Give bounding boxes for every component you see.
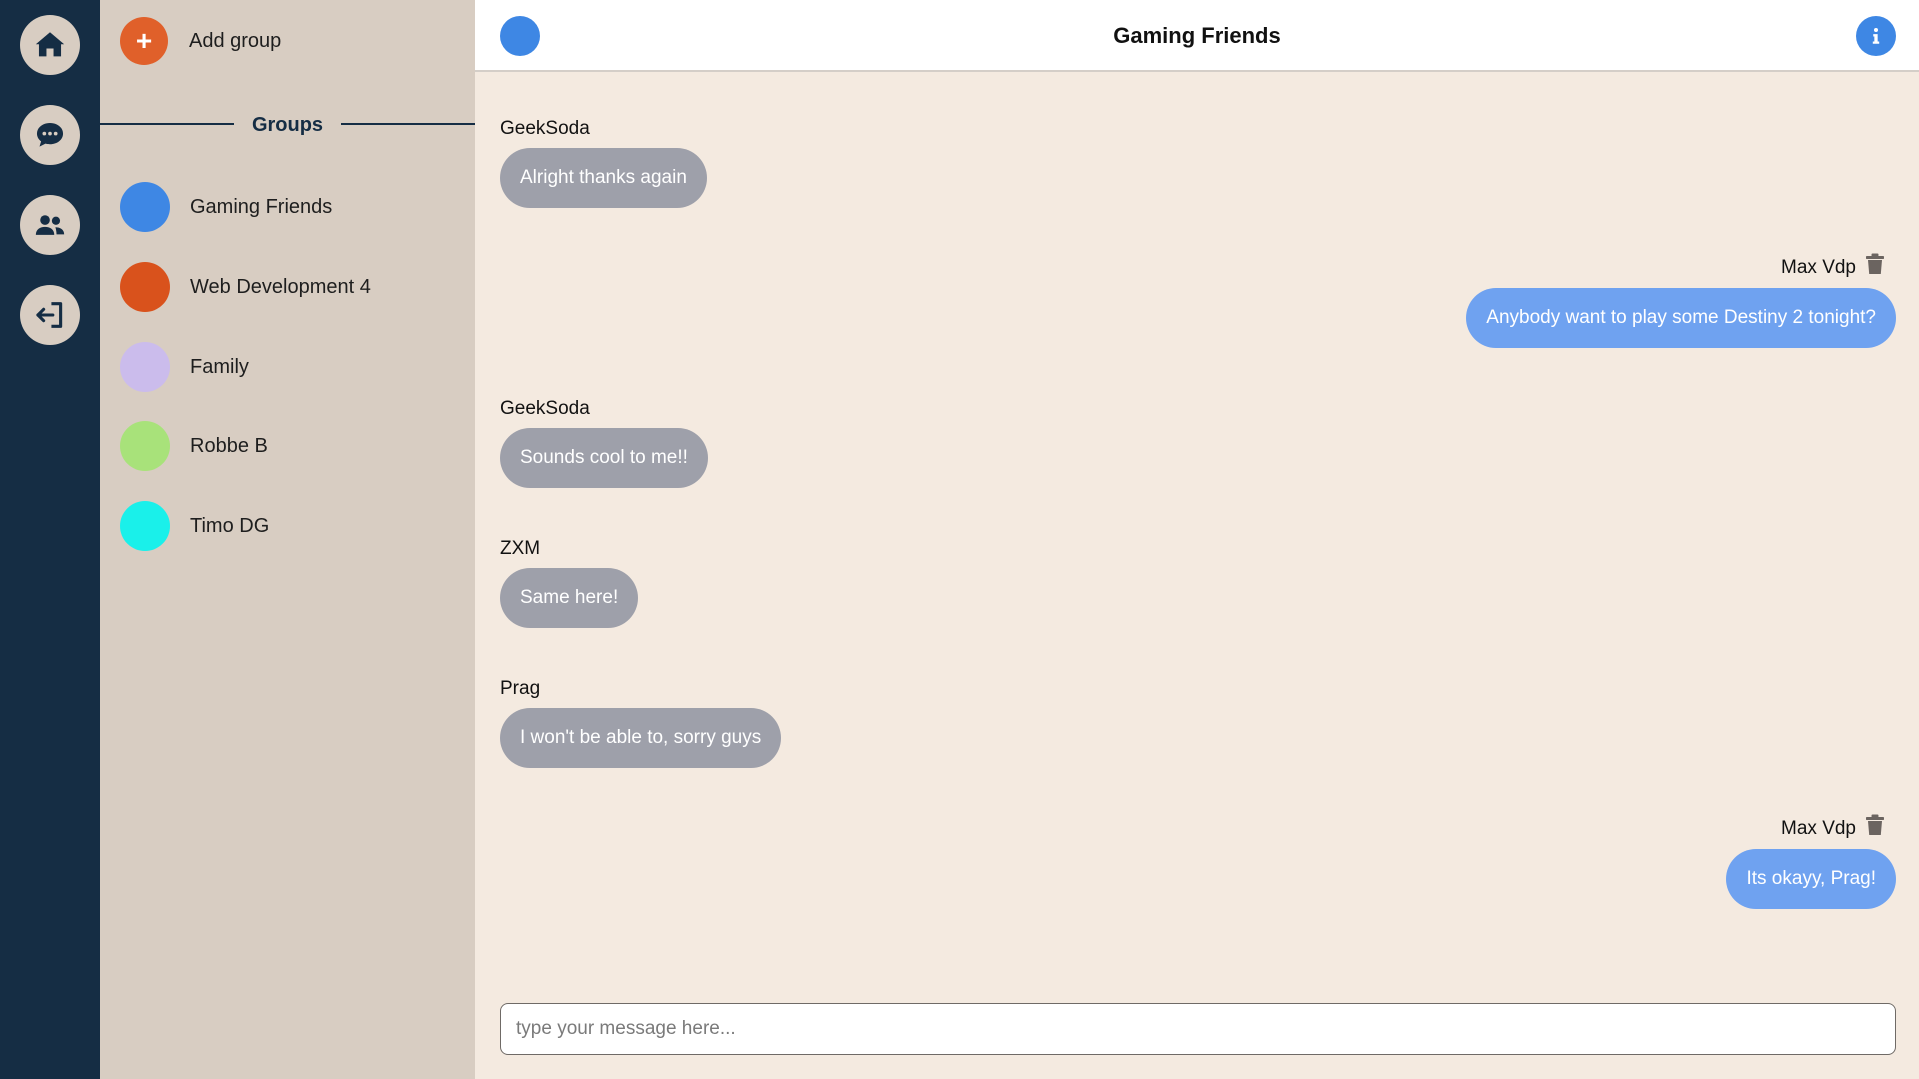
- chat-title: Gaming Friends: [1113, 23, 1281, 48]
- group-item-robbe-b[interactable]: Robbe B: [120, 421, 268, 471]
- group-name: Family: [190, 355, 249, 378]
- message-bubble: Sounds cool to me!!: [500, 428, 708, 488]
- groups-heading: Groups: [251, 114, 324, 136]
- nav-rail: [0, 0, 100, 1079]
- info-icon: [1872, 28, 1880, 44]
- chat-header: Gaming Friends: [475, 0, 1919, 72]
- groups-sidebar: + Add group Groups Gaming Friends Web De…: [100, 0, 475, 1079]
- group-avatar: [120, 421, 170, 471]
- message-author: GeekSoda: [500, 398, 590, 419]
- group-name: Gaming Friends: [190, 195, 333, 218]
- message-author: GeekSoda: [500, 118, 590, 139]
- plus-icon: +: [120, 17, 168, 65]
- group-item-web-development-4[interactable]: Web Development 4: [120, 262, 371, 312]
- group-item-timo-dg[interactable]: Timo DG: [120, 501, 269, 551]
- add-group-button[interactable]: + Add group: [120, 17, 281, 65]
- group-item-gaming-friends[interactable]: Gaming Friends: [120, 182, 332, 232]
- message-bubble: Alright thanks again: [500, 148, 707, 208]
- home-button[interactable]: [20, 15, 80, 75]
- info-button[interactable]: [1856, 16, 1896, 56]
- users-icon: [35, 215, 65, 235]
- logout-button[interactable]: [20, 285, 80, 345]
- group-avatar: [120, 182, 170, 232]
- message-author: Max Vdp: [1781, 257, 1856, 278]
- home-icon: [35, 32, 65, 57]
- trash-icon[interactable]: [1865, 814, 1885, 836]
- message-author: Max Vdp: [1781, 818, 1856, 839]
- message-author: ZXM: [500, 538, 541, 559]
- message-bubble: Anybody want to play some Destiny 2 toni…: [1466, 288, 1896, 348]
- divider-line-left: [100, 123, 234, 125]
- message-input[interactable]: [500, 1003, 1896, 1055]
- group-avatar: [120, 342, 170, 392]
- message-bubble: I won't be able to, sorry guys: [500, 708, 782, 768]
- message-author: Prag: [500, 678, 541, 699]
- trash-icon[interactable]: [1865, 253, 1885, 275]
- group-name: Robbe B: [190, 434, 268, 457]
- group-name: Timo DG: [190, 514, 270, 537]
- message-bubble: Its okayy, Prag!: [1726, 849, 1896, 909]
- chats-button[interactable]: [20, 105, 80, 165]
- chat-icon: [36, 122, 64, 147]
- chat-panel: Gaming Friends GeekSoda Alright thanks a…: [475, 0, 1919, 1079]
- group-name: Web Development 4: [190, 275, 371, 298]
- group-avatar[interactable]: [500, 16, 540, 56]
- divider-line-right: [341, 123, 475, 125]
- group-avatar: [120, 501, 170, 551]
- friends-button[interactable]: [20, 195, 80, 255]
- group-avatar: [120, 262, 170, 312]
- message-bubble: Same here!: [500, 568, 639, 628]
- group-item-family[interactable]: Family: [120, 342, 249, 392]
- add-group-label: Add group: [189, 29, 282, 52]
- logout-icon: [36, 302, 63, 328]
